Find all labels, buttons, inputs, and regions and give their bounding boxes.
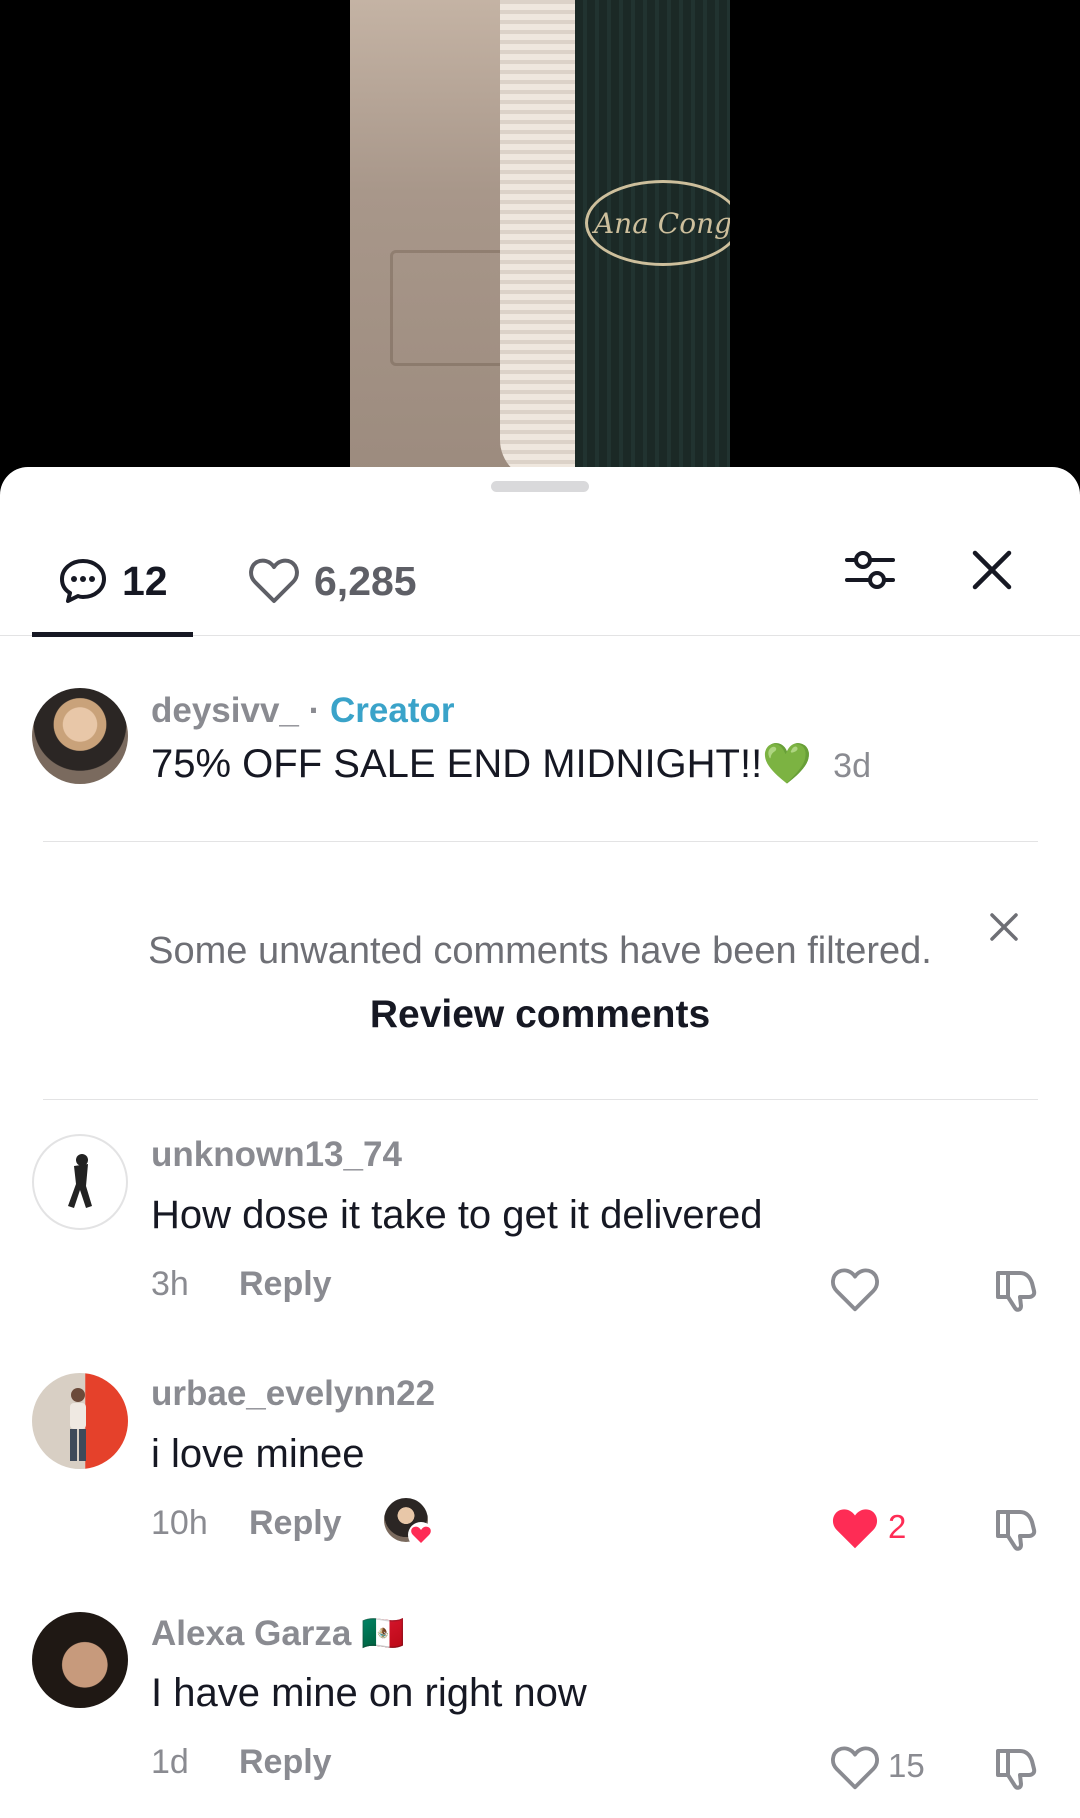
comment-time: 3d — [833, 747, 871, 785]
like-count: 15 — [888, 1747, 925, 1784]
creator-liked-badge — [384, 1498, 434, 1548]
comment-time: 1d — [151, 1743, 189, 1781]
fur-collar-image-part — [500, 0, 575, 480]
heart-icon[interactable] — [830, 1743, 880, 1793]
creator-comment-header: deysivv_ · Creator — [151, 691, 455, 731]
review-comments-link[interactable]: Review comments — [0, 993, 1080, 1037]
like-count: 2 — [888, 1508, 907, 1545]
active-tab-indicator — [32, 632, 193, 637]
mexico-flag-emoji: 🇲🇽 — [361, 1614, 405, 1653]
avatar[interactable] — [32, 1134, 128, 1230]
drag-handle[interactable] — [491, 481, 589, 492]
sliders-icon[interactable] — [843, 543, 897, 597]
comment-username[interactable]: urbae_evelynn22 — [151, 1374, 435, 1414]
avatar[interactable] — [32, 1612, 128, 1708]
likes-count: 6,285 — [314, 557, 417, 604]
thumbs-down-icon[interactable] — [990, 1504, 1040, 1554]
reply-button[interactable]: Reply — [239, 1265, 332, 1304]
avatar-image — [68, 1154, 92, 1208]
comment-username[interactable]: unknown13_74 — [151, 1135, 402, 1175]
creator-badge: Creator — [330, 691, 455, 730]
comment-username[interactable]: deysivv_ — [151, 691, 299, 730]
heart-icon[interactable] — [830, 1504, 880, 1554]
green-heart-emoji: 💚 — [762, 742, 813, 786]
thumbs-down-icon[interactable] — [990, 1743, 1040, 1793]
divider — [43, 841, 1038, 842]
reply-button[interactable]: Reply — [249, 1504, 342, 1543]
close-notice-icon[interactable] — [984, 907, 1024, 947]
tab-likes[interactable]: 6,285 — [248, 527, 417, 635]
close-icon[interactable] — [965, 543, 1019, 597]
comments-sheet: 12 6,285 deysivv_ · Creator 75% OFF SALE… — [0, 467, 1080, 1818]
divider — [43, 1099, 1038, 1100]
avatar[interactable] — [32, 1373, 128, 1469]
hoodie-image-part: Ana Cong — [575, 0, 730, 480]
comments-count: 12 — [122, 557, 168, 604]
heart-icon — [408, 1522, 434, 1548]
avatar[interactable] — [32, 688, 128, 784]
creator-comment-body: 75% OFF SALE END MIDNIGHT!!💚 3d — [151, 740, 871, 787]
comment-time: 3h — [151, 1265, 189, 1303]
comment-header: Alexa Garza 🇲🇽 — [151, 1613, 405, 1654]
video-frame: Ana Cong — [350, 0, 730, 480]
comment-text: How dose it take to get it delivered — [151, 1193, 763, 1237]
comment-text: i love minee — [151, 1432, 365, 1476]
comment-bubble-icon — [60, 559, 106, 603]
video-area[interactable]: Ana Cong — [0, 0, 1080, 480]
separator: · — [308, 691, 321, 730]
reply-button[interactable]: Reply — [239, 1743, 332, 1782]
comment-text: 75% OFF SALE END MIDNIGHT!! — [151, 742, 763, 786]
tab-comments[interactable]: 12 — [58, 527, 168, 635]
avatar-image — [70, 1388, 86, 1461]
comment-text: I have mine on right now — [151, 1671, 587, 1715]
comment-username[interactable]: Alexa Garza — [151, 1614, 351, 1653]
tab-bar: 12 6,285 — [0, 527, 1080, 637]
thumbs-down-icon[interactable] — [990, 1265, 1040, 1315]
comment-time: 10h — [151, 1504, 208, 1542]
filter-notice-text: Some unwanted comments have been filtere… — [148, 930, 932, 972]
heart-icon[interactable] — [830, 1265, 880, 1315]
heart-outline-icon — [249, 558, 299, 603]
hoodie-logo: Ana Cong — [585, 180, 730, 266]
